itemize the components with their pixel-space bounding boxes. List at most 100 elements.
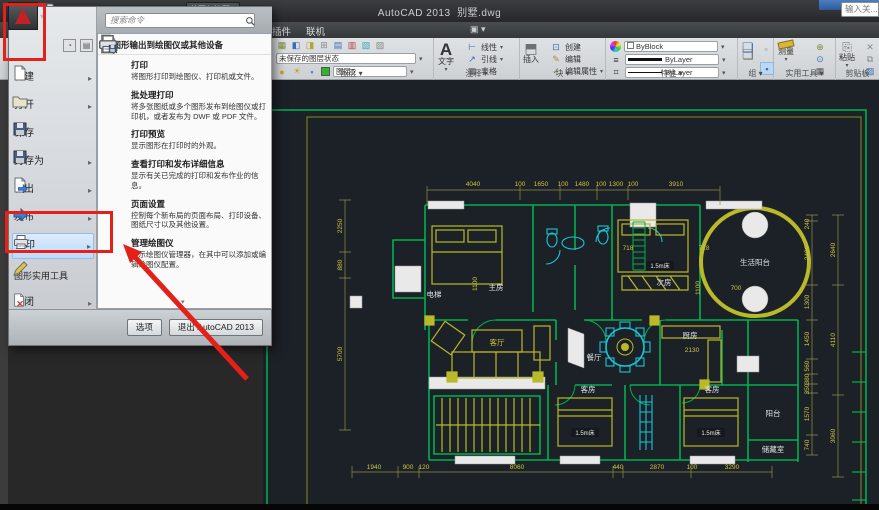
recent-documents-icon[interactable]: ◔ <box>63 39 76 52</box>
plot-details-icon <box>104 158 126 191</box>
panel-properties: ByBlock▾ ≡ByLayer▾ ⌗ByLayer▾ 特性 ▾ <box>606 38 738 80</box>
infocenter-search-input[interactable]: 输入关... <box>841 2 879 17</box>
room-label-kitchen: 厨房 <box>683 330 698 340</box>
svg-text:900: 900 <box>403 464 414 471</box>
svg-text:1570: 1570 <box>804 406 811 421</box>
submenu-item-plot[interactable]: 打印将图形打印到绘图仪、打印机或文件。 <box>98 55 271 85</box>
menu-item-open[interactable]: 打开▸ <box>12 93 94 119</box>
menu-item-print[interactable]: 打印▸ <box>12 233 94 259</box>
menu-item-export[interactable]: 输出▸ <box>12 177 94 203</box>
menu-left-column: ◔ ▤ 新建▸ 打开▸ 保存 另存为▸ 输出▸ 发布▸ 打印▸ <box>9 7 97 309</box>
svg-text:718: 718 <box>623 245 634 252</box>
svg-text:380: 380 <box>804 373 811 384</box>
column-top <box>742 212 768 238</box>
svg-text:880: 880 <box>337 259 344 270</box>
layer-state-dropdown[interactable]: 未保存的图层状态▾ <box>276 53 423 64</box>
room-label-dining: 餐厅 <box>587 353 602 362</box>
cut-icon[interactable]: ✕ <box>864 42 876 53</box>
quick-select-icon[interactable]: ⊙ <box>814 54 826 65</box>
panel-layers: ▦◧◨⊞ ▤▥▧▨ 未保存的图层状态▾ ●☀▪ 图层5▾ 图层 ▾ <box>270 38 434 80</box>
svg-text:440: 440 <box>613 464 624 471</box>
svg-text:2400: 2400 <box>804 245 811 260</box>
ungroup-icon[interactable]: ▫ <box>760 43 772 54</box>
room-label-elevator: 电梯 <box>427 289 442 299</box>
plot-icon <box>104 59 126 82</box>
menu-item-drawing-utilities[interactable]: 图形实用工具 <box>12 261 94 291</box>
panel-label-group[interactable]: 组 ▾ <box>738 68 773 79</box>
room-label-secondary: 次房 <box>657 277 672 287</box>
room-label-life-balcony: 生活阳台 <box>740 257 770 267</box>
linear-dim-button[interactable]: ⊢线性▾ <box>466 42 503 53</box>
svg-text:560: 560 <box>804 360 811 371</box>
svg-text:3060: 3060 <box>830 428 837 443</box>
panel-label-annotation[interactable]: 注释 ▾ <box>434 68 519 79</box>
panel-label-utilities[interactable]: 实用工具 ▾ <box>774 68 835 79</box>
svg-text:100: 100 <box>515 181 526 188</box>
exit-button[interactable]: 退出 AutoCAD 2013 <box>169 319 263 336</box>
submenu-item-manage-plotters[interactable]: 管理绘图仪显示绘图仪管理器，在其中可以添加或编辑绘图仪配置。 <box>98 233 271 273</box>
leader-button[interactable]: ↗引线▾ <box>466 54 503 65</box>
svg-text:120: 120 <box>419 464 430 471</box>
menu-item-save[interactable]: 保存 <box>12 121 94 147</box>
color-wheel-icon <box>610 41 621 52</box>
room-label-living: 客厅 <box>490 337 505 347</box>
menu-item-new[interactable]: 新建▸ <box>12 65 94 91</box>
edit-block-button[interactable]: ✎编辑 <box>550 54 581 65</box>
insert-block-button[interactable]: ⬒插入 <box>523 41 539 65</box>
panel-label-properties[interactable]: 特性 ▾ <box>606 68 737 79</box>
room-label-guest1: 客房 <box>581 384 596 394</box>
svg-text:240: 240 <box>804 218 811 229</box>
panel-label-block[interactable]: 块 ▾ <box>520 68 605 79</box>
svg-text:4040: 4040 <box>466 181 481 188</box>
menu-item-publish[interactable]: 发布▸ <box>12 205 94 231</box>
id-point-icon[interactable]: ⊕ <box>814 42 826 53</box>
tab-online[interactable]: 联机 <box>306 24 325 38</box>
svg-text:100: 100 <box>558 181 569 188</box>
color-dropdown[interactable]: ByBlock▾ <box>610 41 725 52</box>
print-submenu-panel: 将图形输出到绘图仪或其他设备 打印将图形打印到绘图仪、打印机或文件。 批处理打印… <box>97 33 272 309</box>
app-menu-caret-icon: ▾ <box>40 12 44 21</box>
menu-search-input[interactable]: 搜索命令 <box>105 13 255 28</box>
svg-text:5700: 5700 <box>337 346 344 361</box>
room-label-storage: 储藏室 <box>762 444 785 454</box>
copy-icon[interactable]: ⧉ <box>864 54 876 65</box>
svg-text:100: 100 <box>596 181 607 188</box>
lineweight-dropdown[interactable]: ≡ByLayer▾ <box>610 54 726 65</box>
panel-label-layers[interactable]: 图层 ▾ <box>270 68 433 79</box>
shower-hatch <box>633 222 645 270</box>
svg-text:✕: ✕ <box>16 299 24 307</box>
panel-clipboard: ⎘粘贴▾ ✕ ⧉ ▨ 剪贴板 <box>836 38 879 80</box>
svg-text:1100: 1100 <box>472 277 479 291</box>
camera-icon[interactable]: ▣ ▾ <box>470 24 486 35</box>
submenu-item-plot-preview[interactable]: 打印预览显示图形在打印时的外观。 <box>98 124 271 154</box>
open-documents-icon[interactable]: ▤ <box>80 39 93 52</box>
create-block-button[interactable]: ⊡创建 <box>550 42 581 53</box>
paste-button[interactable]: ⎘粘贴▾ <box>839 41 855 70</box>
walls <box>393 205 798 462</box>
svg-text:1480: 1480 <box>575 181 590 188</box>
svg-text:1.5m床: 1.5m床 <box>701 429 720 437</box>
svg-text:350: 350 <box>804 383 811 394</box>
submenu-item-page-setup[interactable]: 页面设置控制每个新布局的页面布局、打印设备、图纸尺寸以及其他设置。 <box>98 194 271 234</box>
svg-text:4110: 4110 <box>830 333 837 347</box>
tab-plugins[interactable]: 插件 <box>272 24 291 38</box>
submenu-item-batch-plot[interactable]: 批处理打印将多张图纸或多个图形发布到绘图仪或打印机，或者发布为 DWF 或 PD… <box>98 85 271 125</box>
svg-text:2870: 2870 <box>650 464 665 471</box>
panel-annotation: A文字▾ ⊢线性▾ ↗引线▾ ▦表格 注释 ▾ <box>434 38 520 80</box>
submenu-header: 将图形输出到绘图仪或其他设备 <box>98 34 271 55</box>
measure-button[interactable]: 测量▾ <box>778 41 794 63</box>
application-menu-button[interactable] <box>8 2 38 30</box>
application-menu: 搜索命令 ◔ ▤ 新建▸ 打开▸ 保存 另存为▸ 输出▸ 发布▸ <box>8 6 272 346</box>
layer-tool-icons[interactable]: ▦◧◨⊞ ▤▥▧▨ <box>276 40 386 51</box>
svg-text:1.5m床: 1.5m床 <box>575 429 594 437</box>
submenu-item-plot-details[interactable]: 查看打印和发布详细信息显示有关已完成的打印和发布作业的信息。 <box>98 154 271 194</box>
group-button[interactable]: ❏❏ <box>742 41 754 63</box>
svg-text:700: 700 <box>731 285 742 292</box>
scroll-down-notch[interactable]: ▾ <box>181 298 185 306</box>
autocad-window: 1.5m床 1.5m床 1.5m床 主房 次房 电梯 客厅 餐厅 厨房 生活阳台… <box>0 0 879 510</box>
menu-item-saveas[interactable]: 另存为▸ <box>12 149 94 175</box>
svg-text:1940: 1940 <box>367 464 382 471</box>
batch-plot-icon <box>104 89 126 122</box>
panel-label-clipboard: 剪贴板 <box>836 68 879 79</box>
options-button[interactable]: 选项 <box>127 319 162 336</box>
